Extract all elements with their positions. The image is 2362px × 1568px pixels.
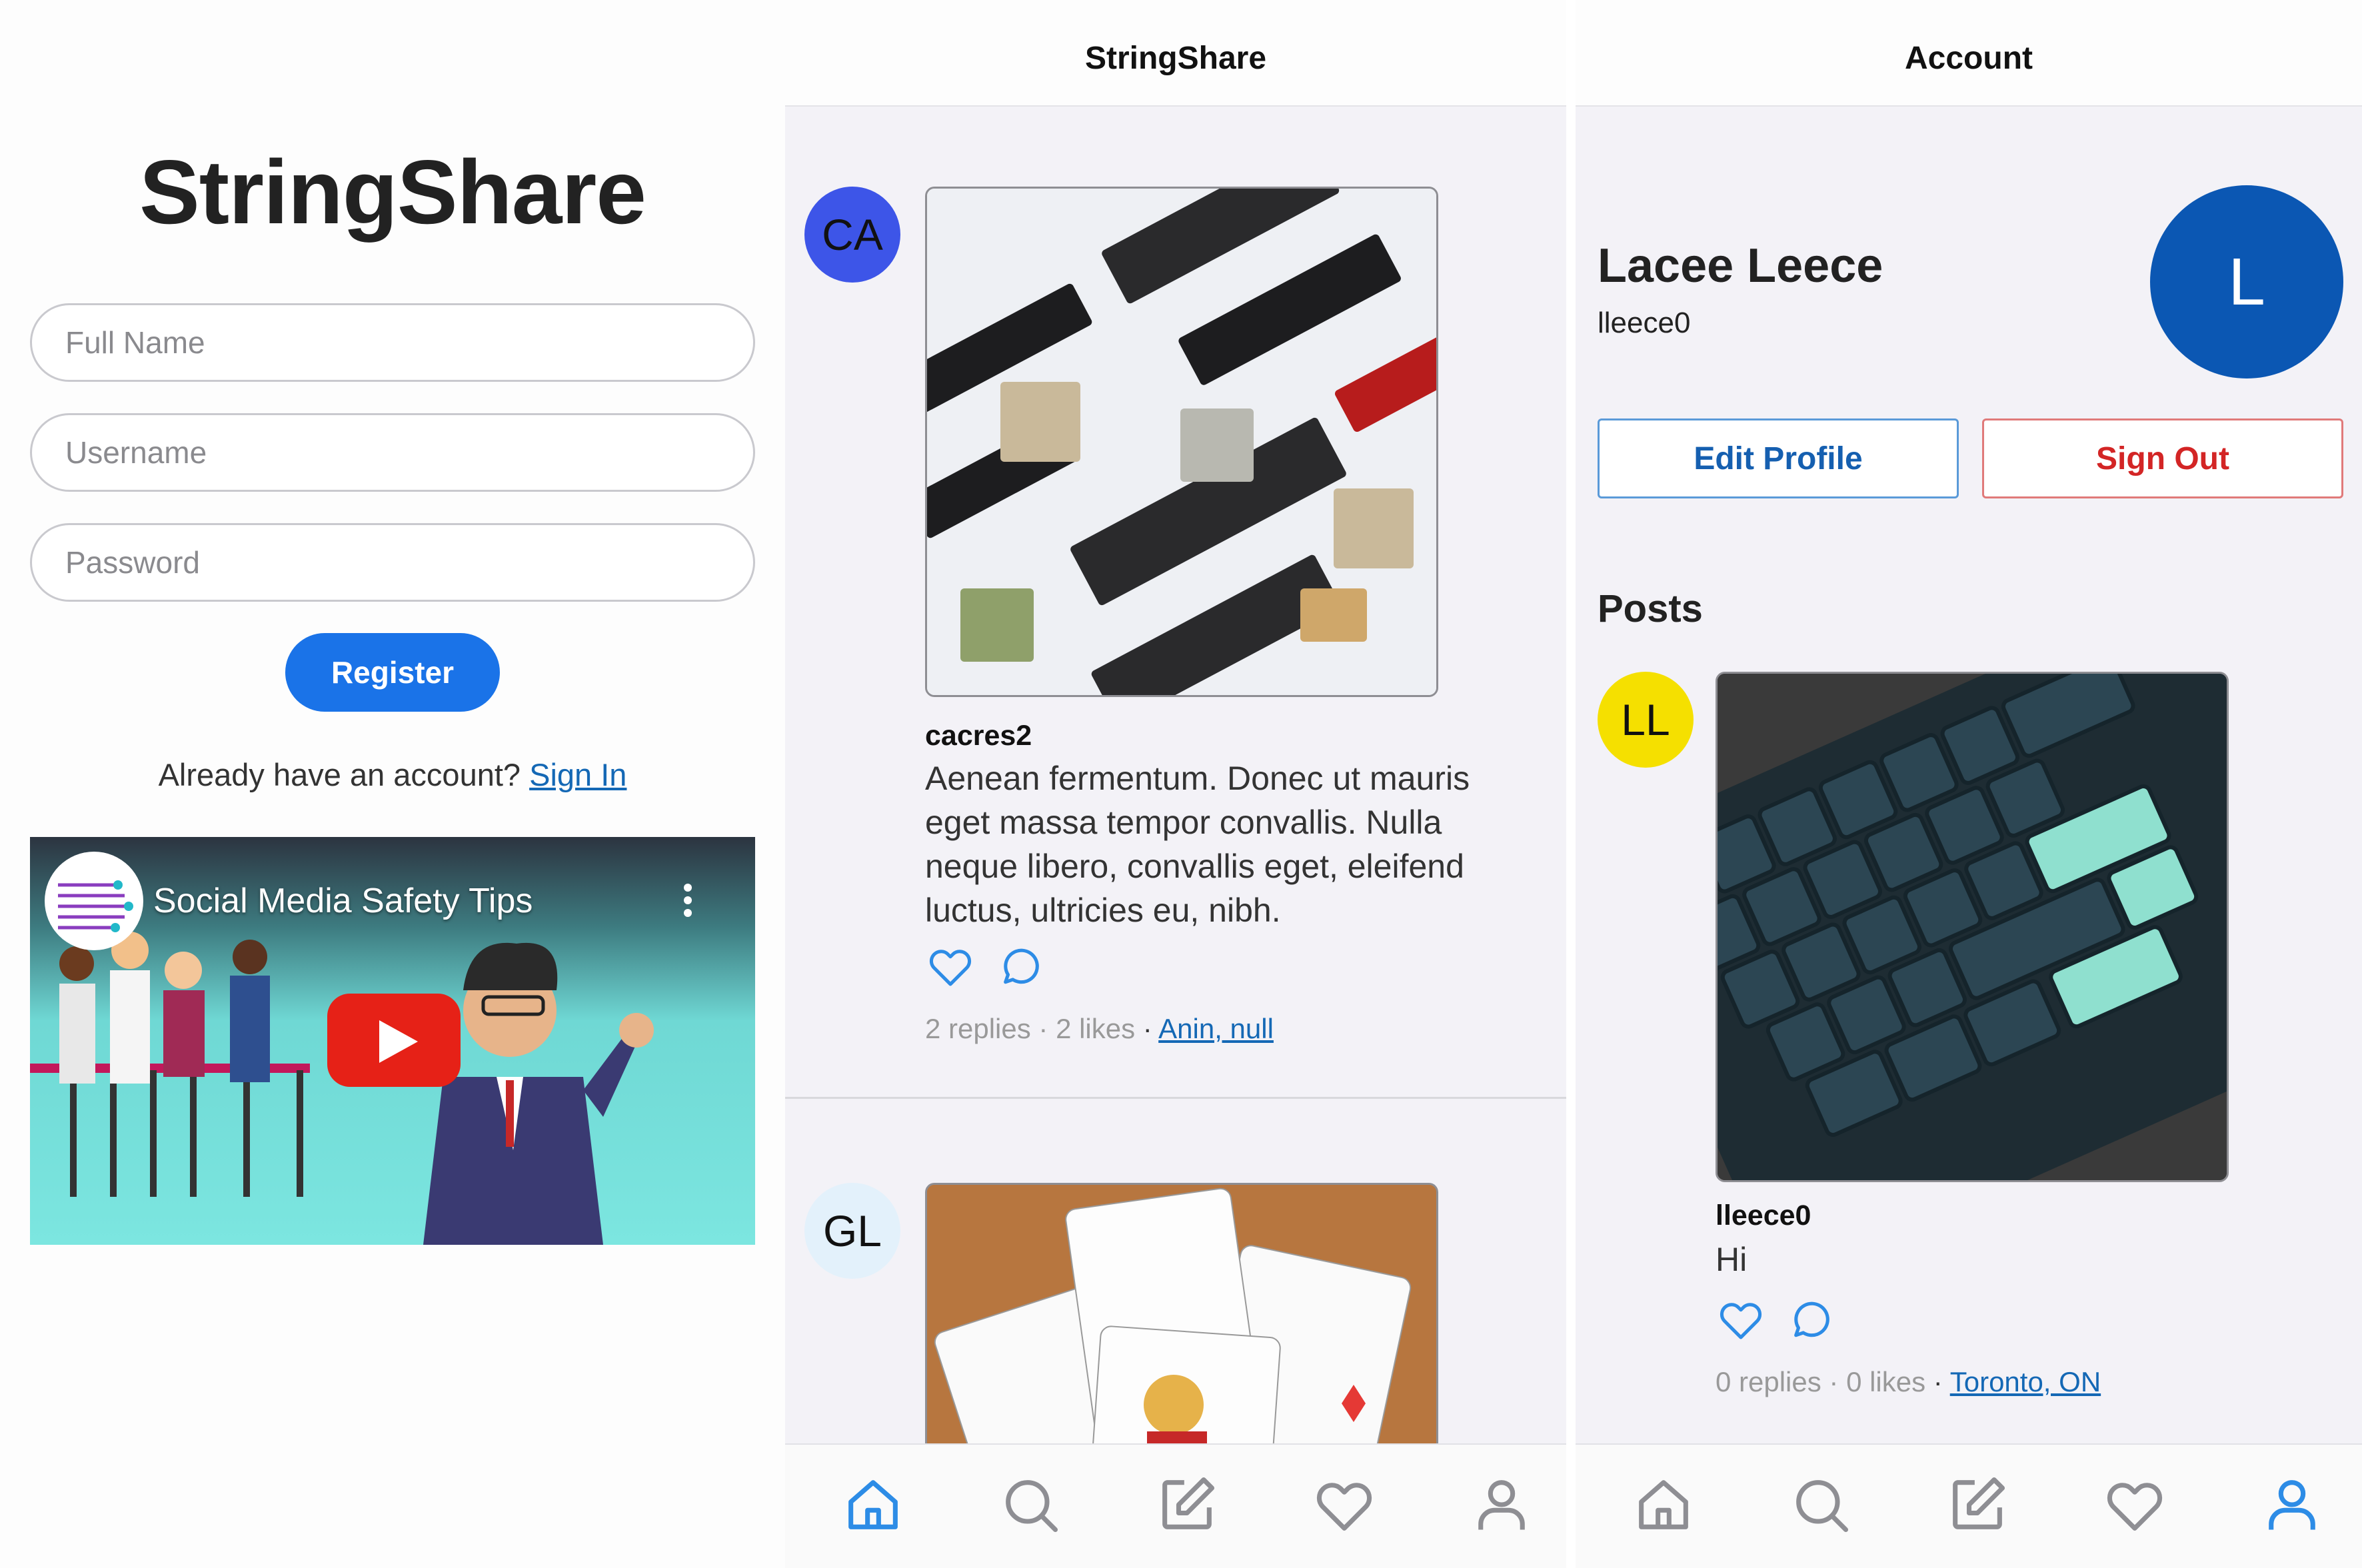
- nav-bar: Account: [1576, 0, 2362, 107]
- playing-cards-photo: [927, 1185, 1436, 1443]
- nav-title: StringShare: [1084, 41, 1267, 76]
- meta-separator: ·: [1142, 1013, 1152, 1044]
- tab-bar: [1576, 1443, 2362, 1568]
- username-input[interactable]: [30, 413, 755, 492]
- sign-out-button[interactable]: Sign Out: [1982, 418, 2343, 498]
- home-icon: [1639, 1480, 1688, 1529]
- sign-in-link[interactable]: Sign In: [529, 757, 626, 792]
- nav-bar: StringShare: [785, 0, 1566, 107]
- tab-likes[interactable]: [2101, 1471, 2168, 1538]
- keyboard-photo: [1718, 674, 2227, 1180]
- video-player[interactable]: Social Media Safety Tips: [30, 837, 755, 1245]
- search-icon: [1006, 1480, 1058, 1533]
- nav-title: Account: [1905, 41, 2033, 76]
- profile-avatar: L: [2150, 185, 2343, 379]
- home-icon: [848, 1480, 898, 1529]
- tab-profile[interactable]: [2259, 1471, 2325, 1538]
- register-button[interactable]: Register: [285, 633, 500, 712]
- tab-compose[interactable]: [1944, 1471, 2011, 1538]
- profile-name: Lacee Leece: [1598, 239, 1883, 293]
- register-screen: StringShare Register Already have an acc…: [0, 0, 785, 1568]
- heart-icon: [2107, 1483, 2163, 1531]
- post-location-link[interactable]: Anin, null: [1158, 1013, 1274, 1044]
- post-meta: 2 replies · 2 likes · Anin, null: [925, 1013, 1274, 1045]
- post-username[interactable]: lleece0: [1716, 1199, 1811, 1232]
- tab-likes[interactable]: [1311, 1471, 1378, 1538]
- profile-username: lleece0: [1598, 307, 1691, 339]
- post-avatar[interactable]: CA: [804, 187, 900, 283]
- more-vert-icon[interactable]: [684, 884, 692, 917]
- have-account-text: Already have an account?: [158, 757, 521, 792]
- sign-in-prompt: Already have an account? Sign In: [0, 756, 785, 793]
- memory-and-cpu-photo: [927, 189, 1436, 695]
- reply-like-count: 2 replies · 2 likes: [925, 1013, 1136, 1044]
- tab-bar: [785, 1443, 1566, 1568]
- post-text: Hi: [1716, 1241, 1748, 1278]
- tab-home[interactable]: [840, 1471, 906, 1538]
- compose-icon: [1953, 1477, 2005, 1529]
- reply-like-count: 0 replies · 0 likes: [1716, 1366, 1926, 1397]
- heart-icon: [1316, 1483, 1372, 1531]
- post-meta: 0 replies · 0 likes · Toronto, ON: [1716, 1366, 2101, 1398]
- account-content[interactable]: Lacee Leece lleece0 L Edit Profile Sign …: [1576, 107, 2362, 1443]
- post-avatar[interactable]: GL: [804, 1183, 900, 1279]
- edit-profile-button[interactable]: Edit Profile: [1598, 418, 1959, 498]
- meta-separator: ·: [1933, 1366, 1943, 1397]
- tab-profile[interactable]: [1468, 1471, 1535, 1538]
- post-image[interactable]: [925, 1183, 1438, 1443]
- post-avatar[interactable]: LL: [1598, 672, 1694, 768]
- post-divider: [785, 1097, 1566, 1099]
- person-icon: [2269, 1480, 2315, 1530]
- post-image[interactable]: [1716, 672, 2229, 1182]
- full-name-input[interactable]: [30, 303, 755, 382]
- feed-list[interactable]: CA cacres2 Aenean fermentum. Donec ut ma…: [785, 107, 1566, 1443]
- posts-heading: Posts: [1598, 587, 1703, 630]
- play-icon[interactable]: [327, 994, 461, 1087]
- feed-screen: StringShare CA cacres2 Aenean fermentum.…: [785, 0, 1566, 1568]
- comment-icon[interactable]: [1787, 1294, 1838, 1345]
- video-title: Social Media Safety Tips: [153, 882, 533, 920]
- search-icon: [1796, 1480, 1849, 1533]
- post-username[interactable]: cacres2: [925, 720, 1032, 752]
- heart-icon[interactable]: [925, 941, 976, 992]
- channel-logo[interactable]: [45, 852, 143, 950]
- heart-icon[interactable]: [1716, 1294, 1766, 1345]
- tab-home[interactable]: [1630, 1471, 1697, 1538]
- post-image[interactable]: [925, 187, 1438, 697]
- tab-compose[interactable]: [1154, 1471, 1220, 1538]
- tab-search[interactable]: [997, 1471, 1064, 1538]
- password-input[interactable]: [30, 523, 755, 602]
- tab-search[interactable]: [1787, 1471, 1854, 1538]
- post-location-link[interactable]: Toronto, ON: [1950, 1366, 2101, 1397]
- app-title: StringShare: [139, 141, 646, 243]
- account-screen: Account Lacee Leece lleece0 L Edit Profi…: [1576, 0, 2362, 1568]
- compose-icon: [1162, 1477, 1215, 1529]
- post-text: Aenean fermentum. Donec ut mauris eget m…: [925, 760, 1470, 929]
- comment-icon[interactable]: [997, 941, 1048, 992]
- person-icon: [1478, 1480, 1525, 1530]
